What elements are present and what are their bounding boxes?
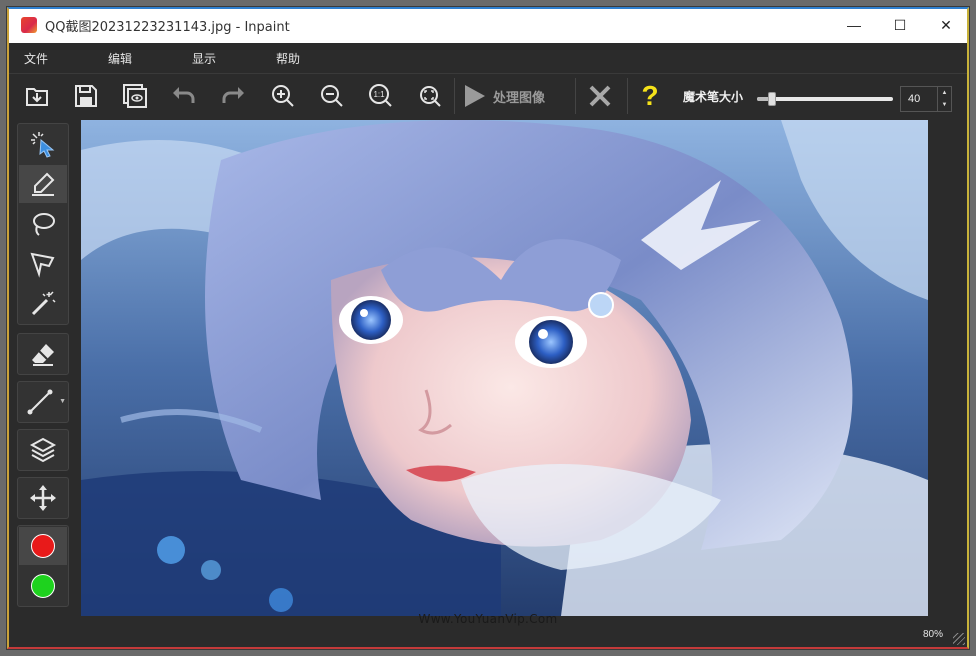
menu-edit[interactable]: 编辑 <box>108 50 132 67</box>
tool-guide-line[interactable] <box>19 383 61 421</box>
save-icon <box>75 85 97 107</box>
save-copy-icon <box>123 84 147 108</box>
process-image-label: 处理图像 <box>493 90 546 106</box>
image-canvas[interactable] <box>81 120 928 616</box>
close-x-icon <box>589 85 611 107</box>
toolbar-separator <box>454 78 455 114</box>
color-group <box>17 525 69 607</box>
brush-size-value: 40 <box>908 93 921 105</box>
marker-icon <box>32 172 55 196</box>
tool-magic-select[interactable] <box>19 125 67 163</box>
magic-wand-select-icon <box>31 132 55 158</box>
chevron-down-icon[interactable]: ▼ <box>59 398 66 405</box>
selection-tools-group <box>17 123 69 325</box>
main-toolbar: 1:1 处理图像 ? 魔术笔大小 40 ▲ ▼ <box>7 73 969 117</box>
move-icon <box>30 485 56 511</box>
redo-button[interactable] <box>218 82 248 110</box>
red-swatch <box>31 534 55 558</box>
eraser-group <box>17 333 69 375</box>
brush-size-label: 魔术笔大小 <box>683 90 744 104</box>
resize-grip[interactable] <box>953 633 965 645</box>
zoom-fit-button[interactable] <box>415 82 445 110</box>
move-group <box>17 477 69 519</box>
help-icon: ? <box>641 80 659 111</box>
zoom-fit-icon <box>420 86 441 107</box>
menu-bar: 文件 编辑 显示 帮助 <box>7 43 969 73</box>
menu-file[interactable]: 文件 <box>24 50 48 67</box>
tool-marker[interactable] <box>19 165 67 203</box>
save-button[interactable] <box>71 82 101 110</box>
eraser-icon <box>32 344 54 366</box>
title-bar: QQ截图20231223231143.jpg - Inpaint — ☐ ✕ <box>7 7 969 43</box>
close-button[interactable]: ✕ <box>923 7 969 43</box>
undo-icon <box>173 87 195 103</box>
tool-layers[interactable] <box>19 431 67 469</box>
toolbar-separator <box>575 78 576 114</box>
green-swatch <box>31 574 55 598</box>
zoom-out-button[interactable] <box>317 82 347 110</box>
tool-magic-wand[interactable] <box>19 285 67 323</box>
help-button[interactable]: ? <box>635 82 665 110</box>
maximize-button[interactable]: ☐ <box>877 7 923 43</box>
undo-button[interactable] <box>169 82 199 110</box>
zoom-level: 80% <box>922 629 943 640</box>
brush-size-slider[interactable] <box>757 92 893 106</box>
redo-icon <box>222 87 244 103</box>
artwork-image <box>81 120 928 616</box>
play-icon <box>465 85 485 107</box>
minimize-button[interactable]: — <box>831 7 877 43</box>
window-title: QQ截图20231223231143.jpg - Inpaint <box>45 19 290 35</box>
toolbar-separator <box>627 78 628 114</box>
zoom-out-icon <box>321 85 343 107</box>
tool-polygon-lasso[interactable] <box>19 245 67 283</box>
tool-eraser[interactable] <box>19 335 67 373</box>
layers-icon <box>29 437 57 463</box>
watermark-text: Www.YouYuanVip.Com <box>418 612 558 626</box>
zoom-actual-icon: 1:1 <box>369 84 392 107</box>
window-controls: — ☐ ✕ <box>831 7 969 43</box>
brush-size-spinbox[interactable]: 40 ▲ ▼ <box>900 86 952 112</box>
tool-panel: ▼ <box>17 123 69 607</box>
open-button[interactable] <box>22 82 52 110</box>
magic-wand-icon <box>31 291 56 316</box>
app-logo-icon <box>21 17 37 33</box>
zoom-actual-button[interactable]: 1:1 <box>366 82 396 110</box>
guide-line-group: ▼ <box>17 381 69 423</box>
open-icon <box>26 88 48 106</box>
menu-view[interactable]: 显示 <box>192 50 216 67</box>
zoom-in-icon <box>272 85 294 107</box>
lasso-icon <box>33 213 55 236</box>
guide-line-icon <box>27 389 53 415</box>
green-color-button[interactable] <box>19 567 67 605</box>
process-image-button[interactable]: 处理图像 <box>461 80 545 112</box>
red-color-button[interactable] <box>19 527 67 565</box>
brush-size-slider-thumb[interactable] <box>768 92 776 106</box>
menu-help[interactable]: 帮助 <box>276 50 300 67</box>
polygon-lasso-icon <box>30 252 55 278</box>
zoom-in-button[interactable] <box>268 82 298 110</box>
spin-arrows[interactable]: ▲ ▼ <box>937 87 951 111</box>
cancel-button[interactable] <box>585 82 615 110</box>
tool-lasso[interactable] <box>19 205 67 243</box>
chevron-up-icon[interactable]: ▲ <box>938 87 951 99</box>
chevron-down-icon[interactable]: ▼ <box>938 99 951 111</box>
app-window: QQ截图20231223231143.jpg - Inpaint — ☐ ✕ 文… <box>6 6 970 650</box>
preview-button[interactable] <box>120 82 150 110</box>
zoom-actual-text: 1:1 <box>373 90 385 99</box>
tool-move[interactable] <box>19 479 67 517</box>
layers-group <box>17 429 69 471</box>
